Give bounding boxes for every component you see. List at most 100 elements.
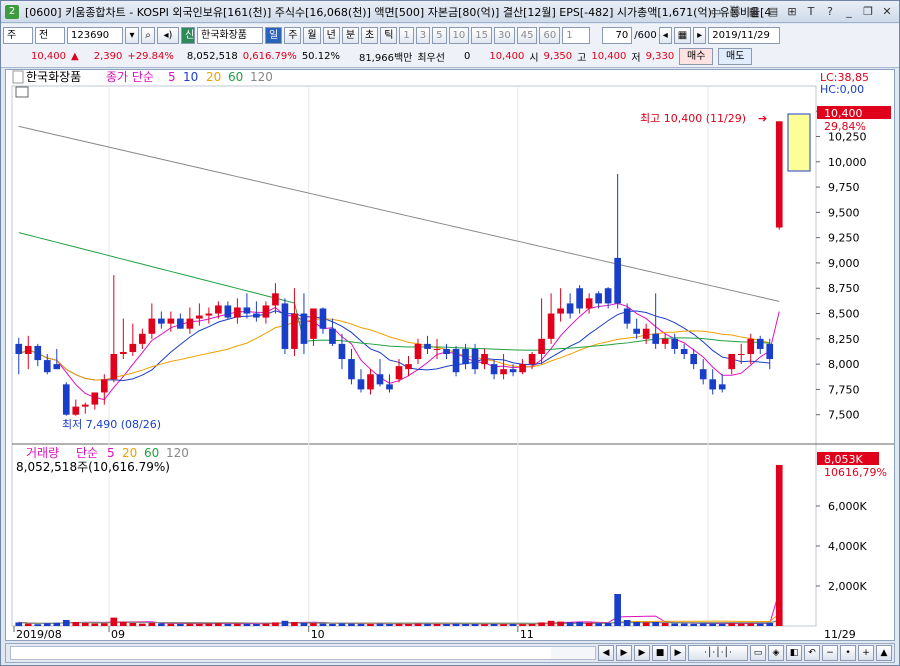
close-icon[interactable]: ✕ xyxy=(879,4,895,20)
help-icon[interactable]: ? xyxy=(822,4,838,20)
period-second-button[interactable]: 초 xyxy=(361,26,379,44)
high-price: 10,400 xyxy=(591,50,627,62)
forward-icon[interactable]: ▶ xyxy=(670,645,686,661)
candle-body xyxy=(595,293,602,304)
x-axis: 2019/08 09 10 11 11/29 xyxy=(13,626,856,641)
pan-icon[interactable]: ◈ xyxy=(768,645,784,661)
date-field[interactable]: 2019/11/29 xyxy=(708,26,781,44)
volume-bar xyxy=(34,624,42,626)
candle-body xyxy=(177,318,184,329)
title-bar[interactable]: 2 [0600] 키움종합차트 - KOSPI 외국인보유[161(천)] 주식… xyxy=(1,1,899,23)
interval-5-button[interactable]: 5 xyxy=(432,26,447,44)
interval-1-button[interactable]: 1 xyxy=(399,26,414,44)
grid-icon[interactable]: ▦ xyxy=(673,26,692,44)
mode-select[interactable]: 전 xyxy=(35,26,65,44)
volume-bar xyxy=(718,623,726,626)
period-week-button[interactable]: 주 xyxy=(284,26,302,44)
candle-body xyxy=(15,343,23,354)
volume-bar xyxy=(623,620,631,626)
link-icon[interactable]: ⛓ xyxy=(727,4,743,20)
volume-bar xyxy=(585,622,593,626)
volume-bar xyxy=(110,617,118,626)
table-toggle-icon[interactable] xyxy=(15,86,29,98)
candle-body xyxy=(72,406,80,415)
candle-body xyxy=(338,343,346,360)
candle-body xyxy=(462,348,469,365)
volume-bar xyxy=(547,620,555,626)
new-window-icon[interactable]: ▭ xyxy=(708,4,724,20)
reset-icon[interactable]: • xyxy=(840,645,856,661)
price-change-pct: +29.84% xyxy=(127,50,174,62)
prev-icon[interactable]: ◂ xyxy=(658,26,672,44)
zoom-icon[interactable]: ▭ xyxy=(750,645,766,661)
interval-60-button[interactable]: 60 xyxy=(539,26,561,44)
interval-10-button[interactable]: 10 xyxy=(448,26,470,44)
panel-handle-icon[interactable] xyxy=(12,70,24,84)
scroll-controls[interactable]: ◀ ▶ ▶ ■ ▶ ·│·│·│· ▭ ◈ ◧ ↶ − • + ▲ xyxy=(5,643,895,663)
toolbar: 주 전 123690 ▾ ⌕ ◂) 신 한국화장품 일 주 월 년 분 초 틱 … xyxy=(1,24,899,68)
candle-body xyxy=(671,338,679,349)
count-display[interactable]: 70 xyxy=(602,26,633,44)
layout-icon[interactable]: ⊞ xyxy=(784,4,800,20)
volume-bar xyxy=(167,623,175,626)
volume-bar xyxy=(414,623,422,626)
volume-bar xyxy=(604,623,612,626)
interval-15-button[interactable]: 15 xyxy=(471,26,493,44)
period-minute-button[interactable]: 분 xyxy=(341,26,360,44)
x-tick-label: 11/29 xyxy=(824,628,856,640)
period-tick-button[interactable]: 틱 xyxy=(380,26,398,44)
price-tick-label: 8,750 xyxy=(828,282,860,295)
count-select[interactable]: 1 xyxy=(562,26,591,44)
period-day-button[interactable]: 일 xyxy=(265,26,283,44)
chart-area[interactable]: 10,50010,25010,0009,7509,5009,2509,0008,… xyxy=(5,69,895,641)
volume-bar xyxy=(177,624,184,626)
type-select[interactable]: 주 xyxy=(3,26,33,44)
undo-icon[interactable]: ↶ xyxy=(804,645,820,661)
candle-body xyxy=(139,333,146,344)
interval-3-button[interactable]: 3 xyxy=(415,26,431,44)
scroll-thumb[interactable] xyxy=(11,647,551,659)
volume-bar xyxy=(234,623,241,626)
trend-marker-box[interactable] xyxy=(787,113,811,172)
sell-button[interactable]: 매도 xyxy=(718,47,753,65)
volume-bar xyxy=(699,623,707,626)
restore-icon[interactable]: ❐ xyxy=(860,4,876,20)
zoom-in-icon[interactable]: + xyxy=(858,645,874,661)
code-dropdown-icon[interactable]: ▾ xyxy=(125,26,139,44)
interval-45-button[interactable]: 45 xyxy=(516,26,538,44)
volume-bar xyxy=(481,624,488,626)
interval-30-button[interactable]: 30 xyxy=(494,26,515,44)
shift-right-icon[interactable]: ▲ xyxy=(876,645,892,661)
stop-icon[interactable]: ■ xyxy=(652,645,668,661)
candle-body xyxy=(756,338,764,349)
scroll-right-icon[interactable]: ▶ xyxy=(616,645,632,661)
candle-body xyxy=(728,354,736,370)
code-input[interactable]: 123690 xyxy=(67,26,123,44)
info-icon[interactable]: T xyxy=(803,4,819,20)
volume-bar xyxy=(576,622,583,626)
measure-icon[interactable]: ◧ xyxy=(786,645,802,661)
save-icon[interactable]: ▦ xyxy=(746,4,762,20)
ruler-icon[interactable]: ·│·│·│· xyxy=(688,645,748,661)
period-month-button[interactable]: 월 xyxy=(303,26,321,44)
candle-body xyxy=(652,333,659,344)
search-icon[interactable]: ⌕ xyxy=(141,26,155,44)
speaker-icon[interactable]: ◂) xyxy=(157,26,179,44)
stock-name-field[interactable]: 한국화장품 xyxy=(197,26,263,44)
play-icon[interactable]: ▶ xyxy=(634,645,650,661)
zoom-out-icon[interactable]: − xyxy=(822,645,838,661)
volume-bar xyxy=(129,623,137,626)
next-icon[interactable]: ▸ xyxy=(693,26,707,44)
print-icon[interactable]: ▤ xyxy=(765,4,781,20)
scroll-track[interactable] xyxy=(10,646,596,660)
minimize-icon[interactable]: _ xyxy=(841,4,857,20)
volume-bar xyxy=(272,622,279,626)
candle-body xyxy=(471,348,479,370)
period-year-button[interactable]: 년 xyxy=(322,26,340,44)
scroll-left-icon[interactable]: ◀ xyxy=(598,645,614,661)
candle-body xyxy=(528,354,536,365)
volume-bar xyxy=(15,622,23,626)
chart-svg[interactable]: 10,50010,25010,0009,7509,5009,2509,0008,… xyxy=(6,70,894,641)
candle-body xyxy=(500,369,507,375)
buy-button[interactable]: 매수 xyxy=(679,47,714,65)
